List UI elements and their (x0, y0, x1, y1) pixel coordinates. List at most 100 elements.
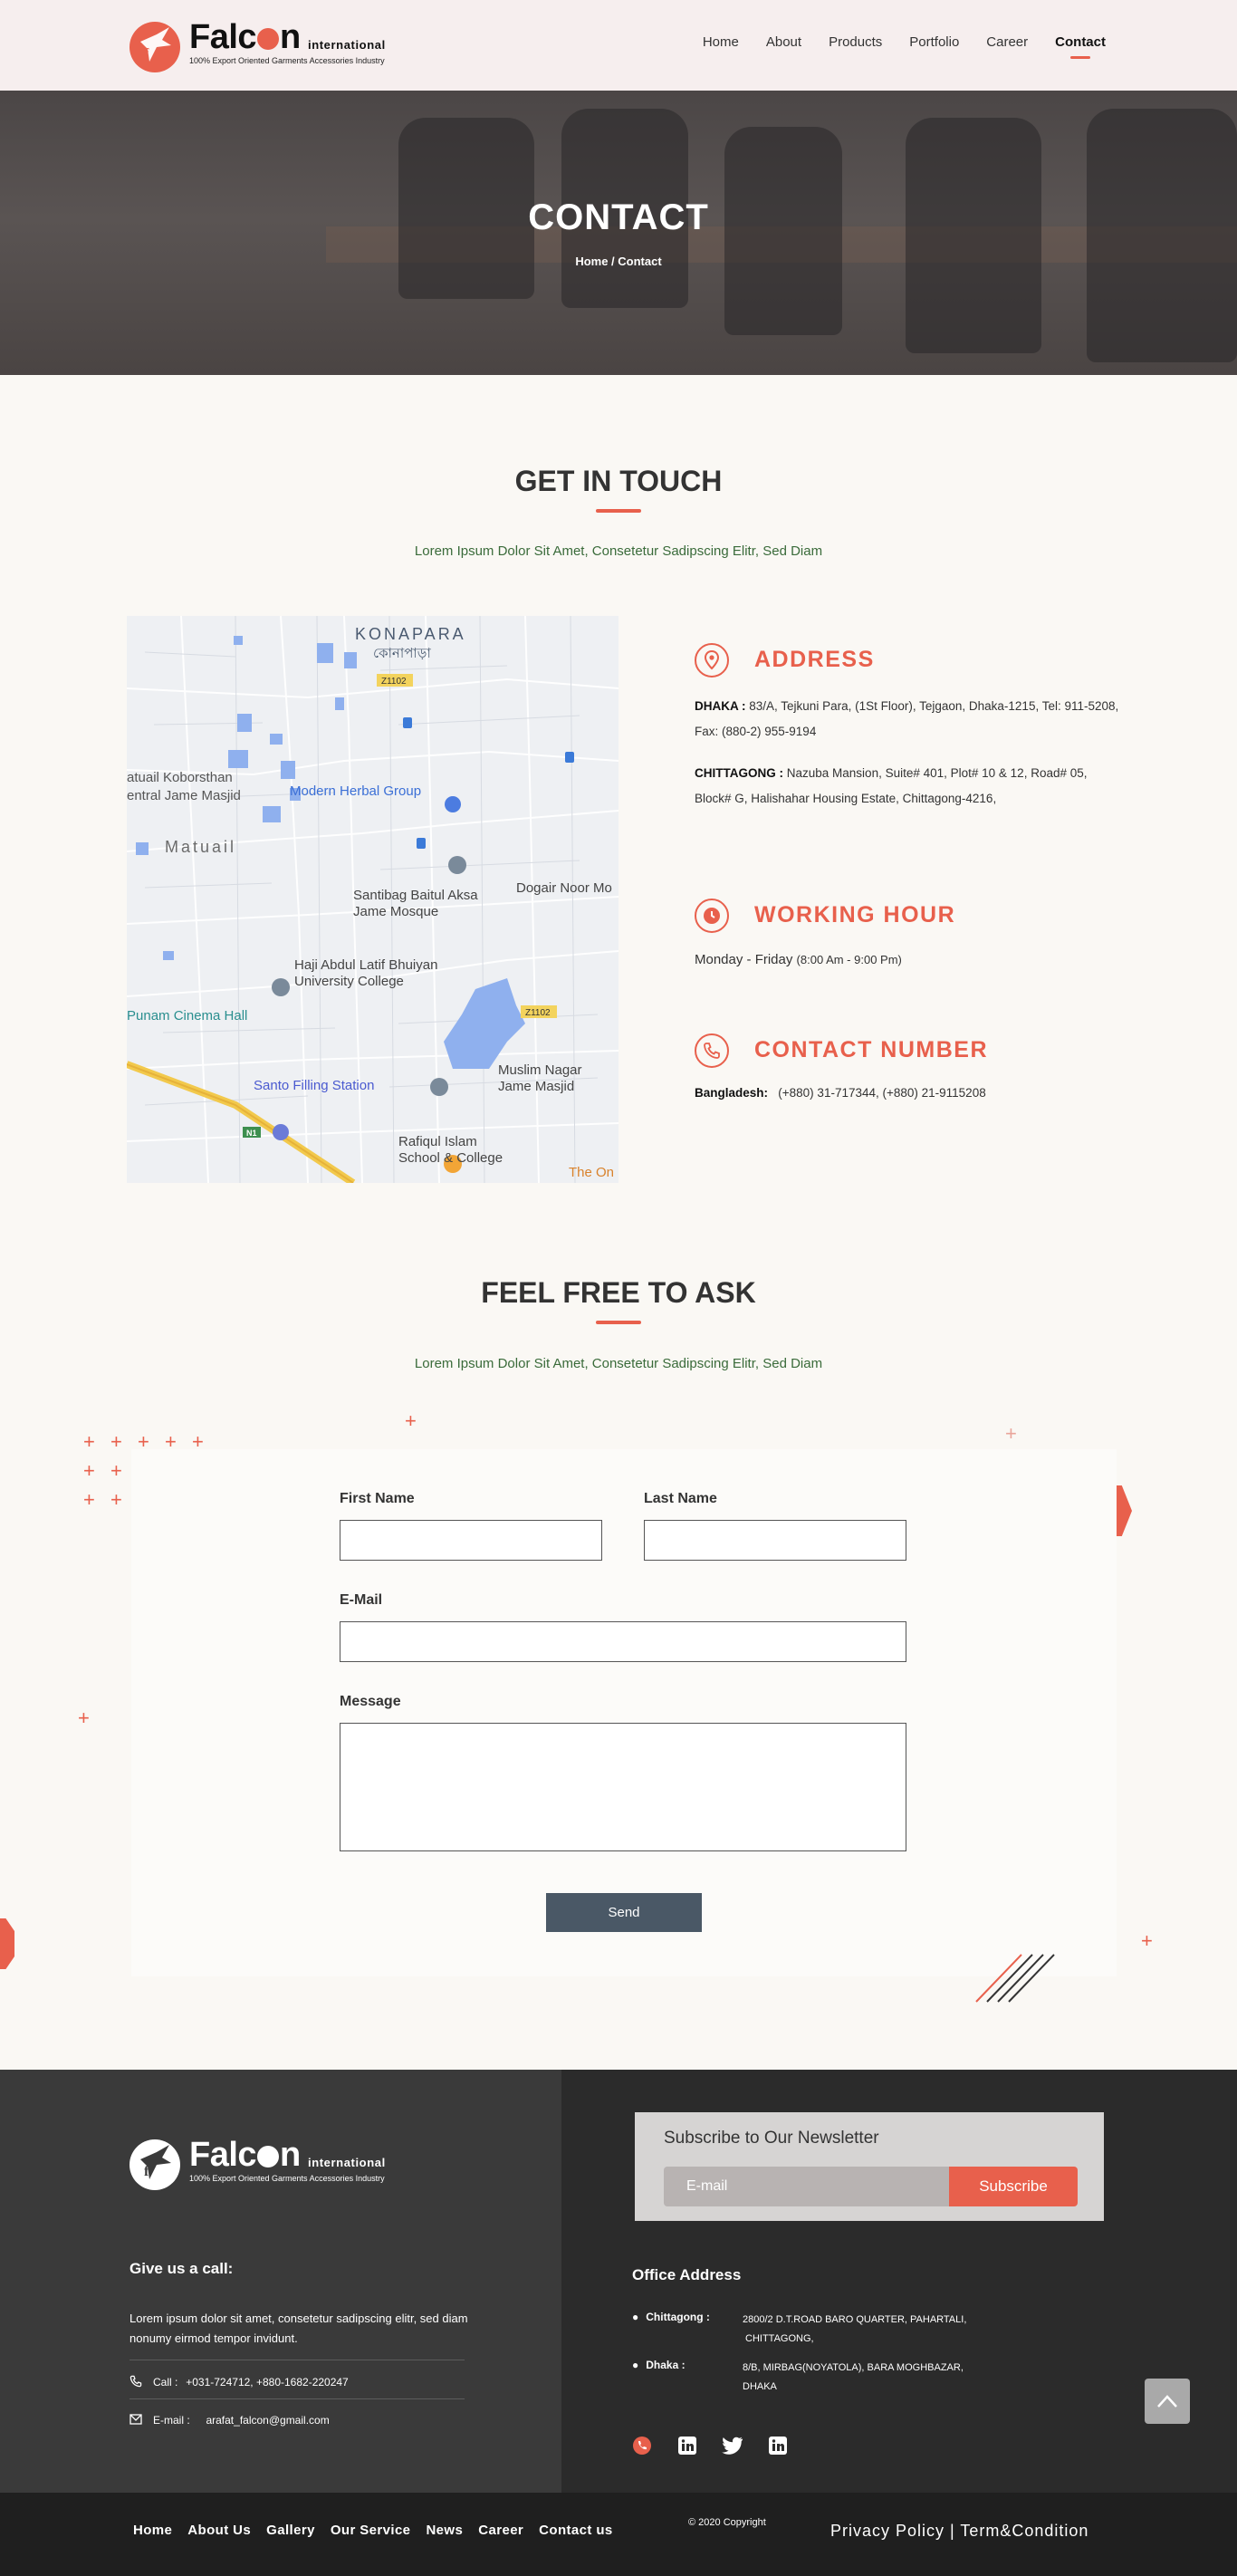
working-hour-text: Monday - Friday (8:00 Am - 9:00 Pm) (695, 952, 902, 967)
svg-text:f: f (144, 46, 149, 62)
map-label: atuail Koborsthan (127, 770, 233, 785)
nav-home[interactable]: Home (703, 34, 739, 50)
message-textarea[interactable] (340, 1723, 906, 1851)
nav-products[interactable]: Products (829, 34, 882, 50)
first-name-input[interactable] (340, 1520, 602, 1561)
logo[interactable]: f Falc n international 100% Export Orient… (129, 18, 401, 72)
map-label: কোনাপাড়া (373, 646, 431, 661)
footer-link-news[interactable]: News (426, 2523, 463, 2538)
logo-tagline: 100% Export Oriented Garments Accessorie… (189, 56, 385, 65)
copyright: © 2020 Copyright (688, 2517, 766, 2528)
twitter-icon[interactable] (722, 2435, 743, 2456)
location-pin-icon (695, 643, 729, 678)
newsletter-title: Subscribe to Our Newsletter (664, 2129, 879, 2148)
subscribe-button[interactable]: Subscribe (949, 2167, 1078, 2206)
falcon-logo-icon: f (129, 2139, 180, 2190)
location-map[interactable]: Z1102 Z1102 N1 KONAPARA কোনাপাড়া Modern… (127, 616, 618, 1183)
linkedin-icon[interactable] (767, 2435, 789, 2456)
footer-link-home[interactable]: Home (133, 2523, 172, 2538)
footer-contact (0, 2070, 561, 2493)
nav-about[interactable]: About (766, 34, 801, 50)
breadcrumb[interactable]: Home / Contact (0, 255, 1237, 268)
logo-suffix: international (308, 38, 386, 52)
logo-name: Falc n (189, 18, 301, 56)
hero-banner: CONTACT Home / Contact (0, 91, 1237, 375)
call-heading: Give us a call: (129, 2260, 234, 2277)
main-nav: Home About Products Portfolio Career Con… (703, 34, 1106, 50)
newsletter-email-input[interactable]: E-mail (664, 2167, 949, 2206)
title-underline (596, 509, 641, 513)
footer-link-contact[interactable]: Contact us (539, 2523, 613, 2538)
map-label: Muslim Nagar Jame Masjid (498, 1062, 582, 1094)
map-label: Dogair Noor Mo (516, 880, 612, 896)
legal-links[interactable]: Privacy Policy | Term&Condition (830, 2522, 1088, 2541)
map-label: KONAPARA (355, 625, 466, 643)
linkedin-icon[interactable] (676, 2435, 698, 2456)
map-label: Modern Herbal Group (290, 783, 422, 799)
footer-link-career[interactable]: Career (478, 2523, 523, 2538)
logo-tagline: 100% Export Oriented Garments Accessorie… (189, 2174, 385, 2183)
nav-portfolio[interactable]: Portfolio (909, 34, 959, 50)
address-heading: ADDRESS (754, 647, 875, 672)
footer-divider (129, 2398, 465, 2399)
first-name-label: First Name (340, 1491, 415, 1506)
call-text: Lorem ipsum dolor sit amet, consetetur s… (129, 2312, 468, 2345)
office-heading: Office Address (632, 2266, 742, 2283)
page-title: CONTACT (528, 197, 709, 237)
get-in-touch-subtitle: Lorem Ipsum Dolor Sit Amet, Consetetur S… (414, 543, 823, 559)
office-dhaka-label: ● Dhaka : (632, 2359, 686, 2371)
footer-link-service[interactable]: Our Service (331, 2523, 411, 2538)
map-label: entral Jame Masjid (127, 788, 241, 803)
ask-title: FEEL FREE TO ASK (481, 1276, 756, 1309)
svg-text:Z1102: Z1102 (525, 1008, 551, 1018)
map-label: Punam Cinema Hall (127, 1008, 248, 1024)
chevron-up-icon (1157, 2395, 1177, 2408)
address-dhaka: DHAKA : 83/A, Tejkuni Para, (1St Floor),… (695, 699, 1119, 738)
site-header: f Falc n international 100% Export Orient… (0, 0, 1237, 91)
mail-icon (129, 2413, 142, 2425)
svg-text:Z1102: Z1102 (381, 677, 407, 687)
location-pin-icon: ● (632, 2359, 639, 2371)
nav-career[interactable]: Career (986, 34, 1028, 50)
footer-link-about[interactable]: About Us (187, 2523, 251, 2538)
decorative-hexagon (0, 1918, 14, 1969)
contact-number-heading: CONTACT NUMBER (754, 1037, 989, 1062)
address-chittagong: CHITTAGONG : Nazuba Mansion, Suite# 401,… (695, 766, 1088, 805)
map-label: The On (569, 1165, 615, 1180)
map-label: Rafiqul Islam School & College (398, 1134, 503, 1166)
footer-email-row: E-mail : arafat_falcon@gmail.com (129, 2412, 330, 2428)
email-input[interactable] (340, 1621, 906, 1662)
map-label: Matuail (165, 838, 237, 856)
ask-subtitle: Lorem Ipsum Dolor Sit Amet, Consetetur S… (414, 1356, 823, 1371)
logo-suffix: international (308, 2156, 386, 2169)
svg-text:N1: N1 (246, 1129, 257, 1138)
email-label: E-Mail (340, 1592, 383, 1608)
newsletter-box: Subscribe to Our Newsletter E-mail Subsc… (635, 2112, 1104, 2221)
footer-nav: Home About Us Gallery Our Service News C… (133, 2523, 613, 2538)
phone-icon (129, 2375, 142, 2388)
location-pin-icon: ● (632, 2311, 639, 2323)
nav-contact[interactable]: Contact (1055, 34, 1106, 50)
footer-link-gallery[interactable]: Gallery (266, 2523, 315, 2538)
phone-icon (695, 1033, 729, 1068)
send-button[interactable]: Send (546, 1893, 702, 1932)
last-name-input[interactable] (644, 1520, 906, 1561)
decorative-stripes (975, 1954, 1055, 2003)
office-dhaka-address: 8/B, MIRBAG(NOYATOLA), BARA MOGHBAZAR, D… (743, 2362, 964, 2392)
whatsapp-icon[interactable] (631, 2435, 653, 2456)
contact-number-text: Bangladesh: (+880) 31-717344, (+880) 21-… (695, 1086, 986, 1100)
map-label: Santibag Baitul Aksa Jame Mosque (353, 888, 478, 919)
office-chittagong-label: ● Chittagong : (632, 2311, 710, 2323)
clock-icon (695, 899, 729, 933)
working-hour-heading: WORKING HOUR (754, 902, 956, 928)
office-chittagong-address: 2800/2 D.T.ROAD BARO QUARTER, PAHARTALI,… (743, 2314, 967, 2344)
footer-logo[interactable]: f Falc n international 100% Export Orient… (129, 2136, 401, 2190)
last-name-label: Last Name (644, 1491, 717, 1506)
map-label: Santo Filling Station (254, 1078, 375, 1093)
footer-email-link[interactable]: arafat_falcon@gmail.com (206, 2414, 329, 2427)
map-label: Haji Abdul Latif Bhuiyan University Coll… (294, 957, 438, 989)
falcon-logo-icon: f (129, 22, 180, 72)
scroll-to-top-button[interactable] (1145, 2379, 1190, 2424)
svg-text:f: f (144, 2164, 149, 2179)
get-in-touch-title: GET IN TOUCH (514, 465, 723, 497)
